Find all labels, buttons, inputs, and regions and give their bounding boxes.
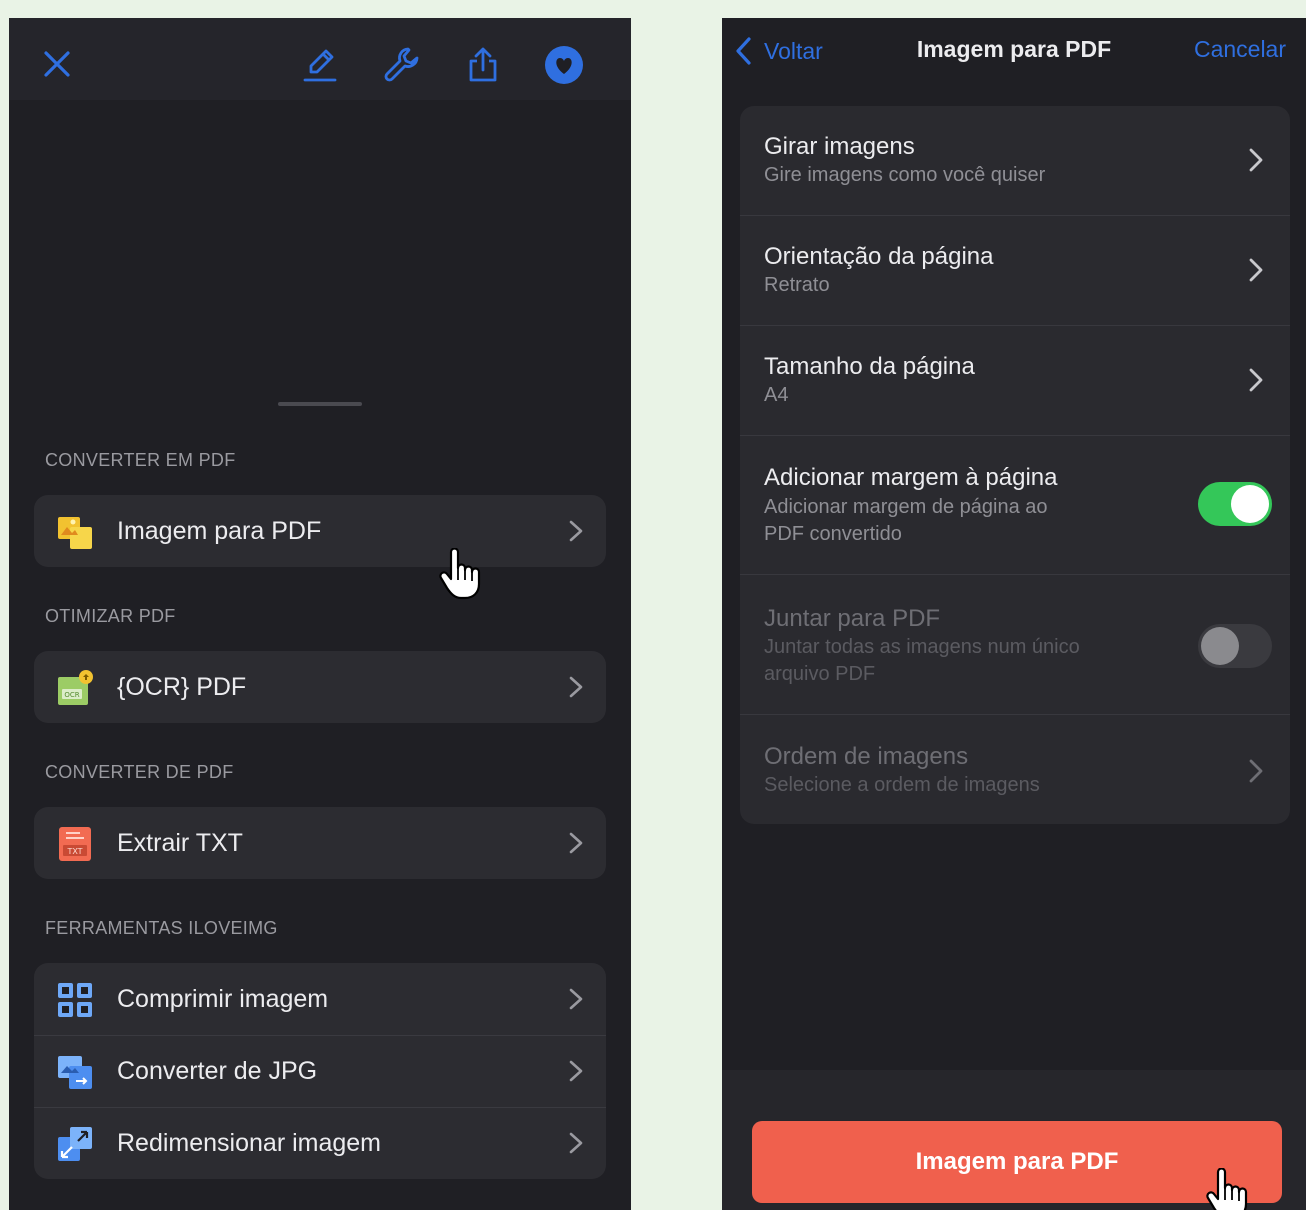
svg-text:TXT: TXT [66,847,82,856]
converter-de-pdf-card: TXT Extrair TXT [34,807,606,879]
section-header-ferramentas-iloveimg: FERRAMENTAS ILOVEIMG [45,918,278,938]
setting-tamanho-da-pagina[interactable]: Tamanho da página A4 [740,325,1290,435]
chevron-right-icon [1248,147,1264,173]
setting-orientacao-da-pagina[interactable]: Orientação da página Retrato [740,215,1290,325]
extract-txt-icon: TXT [56,825,94,863]
section-header-converter-de-pdf: CONVERTER DE PDF [45,762,234,782]
setting-title: Adicionar margem à página [764,464,1058,491]
setting-subtitle: A4 [764,384,789,406]
image-to-pdf-icon [56,513,94,551]
sheet-grabber[interactable] [278,402,362,406]
merge-toggle[interactable] [1198,624,1272,668]
setting-subtitle: Selecione a ordem de imagens [764,774,1040,796]
setting-title: Girar imagens [764,133,915,160]
setting-title: Tamanho da página [764,353,975,380]
margin-toggle[interactable] [1198,482,1272,526]
setting-subtitle-line-1: Adicionar margem de página ao [764,496,1048,518]
setting-ordem-de-imagens[interactable]: Ordem de imagens Selecione a ordem de im… [740,714,1290,824]
tool-item-redimensionar-imagem[interactable]: Redimensionar imagem [34,1107,606,1179]
chevron-right-icon [568,831,584,855]
tool-label: Comprimir imagem [117,985,329,1013]
setting-subtitle-line-2: PDF convertido [764,523,902,545]
chevron-right-icon [1248,257,1264,283]
section-header-converter-em-pdf: CONVERTER EM PDF [45,450,236,470]
tool-item-converter-de-jpg[interactable]: Converter de JPG [34,1035,606,1107]
setting-title: Orientação da página [764,243,994,270]
chevron-right-icon [568,1059,584,1083]
convert-jpg-icon [56,1053,94,1091]
chevron-right-icon [568,987,584,1011]
tool-item-imagem-para-pdf[interactable]: Imagem para PDF [34,495,606,567]
compress-image-icon [56,981,94,1019]
setting-title: Juntar para PDF [764,605,941,632]
tool-label: {OCR} PDF [117,673,247,701]
heart-icon[interactable] [544,44,584,84]
setting-juntar-para-pdf: Juntar para PDF Juntar todas as imagens … [740,574,1290,714]
chevron-right-icon [568,1131,584,1155]
tool-label: Redimensionar imagem [117,1129,382,1157]
setting-subtitle-line-1: Juntar todas as imagens num único [764,636,1080,658]
ocr-pdf-icon: OCR [56,669,94,707]
tool-label: Converter de JPG [117,1057,318,1085]
tool-item-ocr-pdf[interactable]: OCR {OCR} PDF [34,651,606,723]
otimizar-pdf-card: OCR {OCR} PDF [34,651,606,723]
section-header-otimizar-pdf: OTIMIZAR PDF [45,606,176,626]
tools-panel: CONVERTER EM PDF Imagem para PDF OTIMIZA… [9,18,631,1210]
tool-item-extrair-txt[interactable]: TXT Extrair TXT [34,807,606,879]
tool-label: Extrair TXT [117,829,243,857]
setting-adicionar-margem: Adicionar margem à página Adicionar marg… [740,435,1290,574]
setting-subtitle: Gire imagens como você quiser [764,164,1046,186]
tool-label: Imagem para PDF [117,517,322,545]
close-icon[interactable] [37,44,77,84]
settings-list: Girar imagens Gire imagens como você qui… [740,106,1290,824]
setting-subtitle-line-2: arquivo PDF [764,663,876,685]
chevron-right-icon [568,675,584,699]
chevron-right-icon [568,519,584,543]
chevron-right-icon [1248,367,1264,393]
chevron-right-icon [1248,758,1264,784]
ferramentas-iloveimg-card: Comprimir imagem Converter de JPG Redime… [34,963,606,1179]
wrench-icon[interactable] [381,44,421,84]
setting-subtitle: Retrato [764,274,830,296]
image-to-pdf-settings-panel: Voltar Imagem para PDF Cancelar Girar im… [722,18,1306,1210]
convert-image-to-pdf-button[interactable]: Imagem para PDF [752,1121,1282,1203]
cancel-button[interactable]: Cancelar [1194,36,1286,63]
resize-image-icon [56,1125,94,1163]
top-toolbar [9,18,631,100]
svg-text:OCR: OCR [64,691,79,699]
setting-title: Ordem de imagens [764,743,969,770]
navigation-bar: Voltar Imagem para PDF Cancelar [722,18,1306,88]
pen-icon[interactable] [300,44,340,84]
share-icon[interactable] [463,44,503,84]
setting-girar-imagens[interactable]: Girar imagens Gire imagens como você qui… [740,106,1290,215]
converter-em-pdf-card: Imagem para PDF [34,495,606,567]
convert-button-label: Imagem para PDF [915,1148,1119,1175]
tool-item-comprimir-imagem[interactable]: Comprimir imagem [34,963,606,1035]
